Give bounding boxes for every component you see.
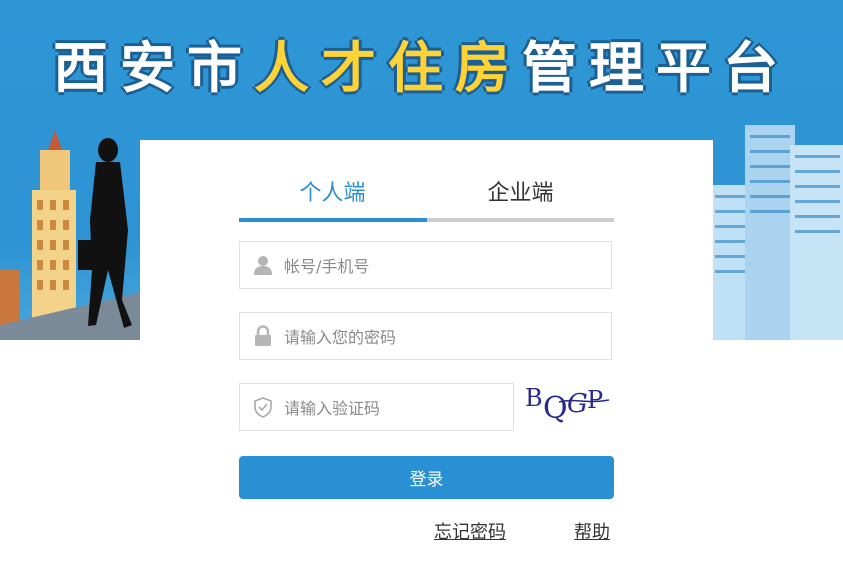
shield-check-icon [254, 397, 272, 418]
login-panel: 个人端 企业端 B Q G P 登录 忘记密码 帮助 [140, 140, 713, 570]
tab-enterprise[interactable]: 企业端 [427, 170, 614, 218]
captcha-char: B [525, 384, 543, 412]
help-link[interactable]: 帮助 [574, 518, 610, 544]
captcha-char: G [567, 389, 588, 419]
captcha-image[interactable]: B Q G P [523, 380, 615, 430]
captcha-char: P [587, 386, 603, 414]
tab-personal[interactable]: 个人端 [239, 170, 426, 218]
title-suffix: 管理平台 [522, 36, 791, 100]
lock-icon [255, 325, 271, 346]
title-highlight: 人才住房 [253, 36, 522, 100]
platform-title: 西安市人才住房管理平台 [0, 28, 843, 108]
captcha-char: Q [543, 391, 568, 426]
city-skyline-right [710, 125, 843, 340]
account-field [239, 241, 612, 289]
city-silhouette-left [0, 130, 150, 340]
password-input[interactable] [282, 321, 586, 353]
login-type-tabs: 个人端 企业端 [239, 170, 614, 222]
password-field [239, 312, 612, 360]
tab-divider [427, 218, 614, 222]
user-icon [254, 256, 272, 275]
active-tab-indicator [239, 218, 427, 222]
forgot-password-link[interactable]: 忘记密码 [434, 518, 506, 544]
captcha-field [239, 383, 586, 431]
title-city: 西安市 [52, 36, 254, 100]
login-button[interactable]: 登录 [239, 456, 614, 499]
account-input[interactable] [282, 250, 586, 282]
